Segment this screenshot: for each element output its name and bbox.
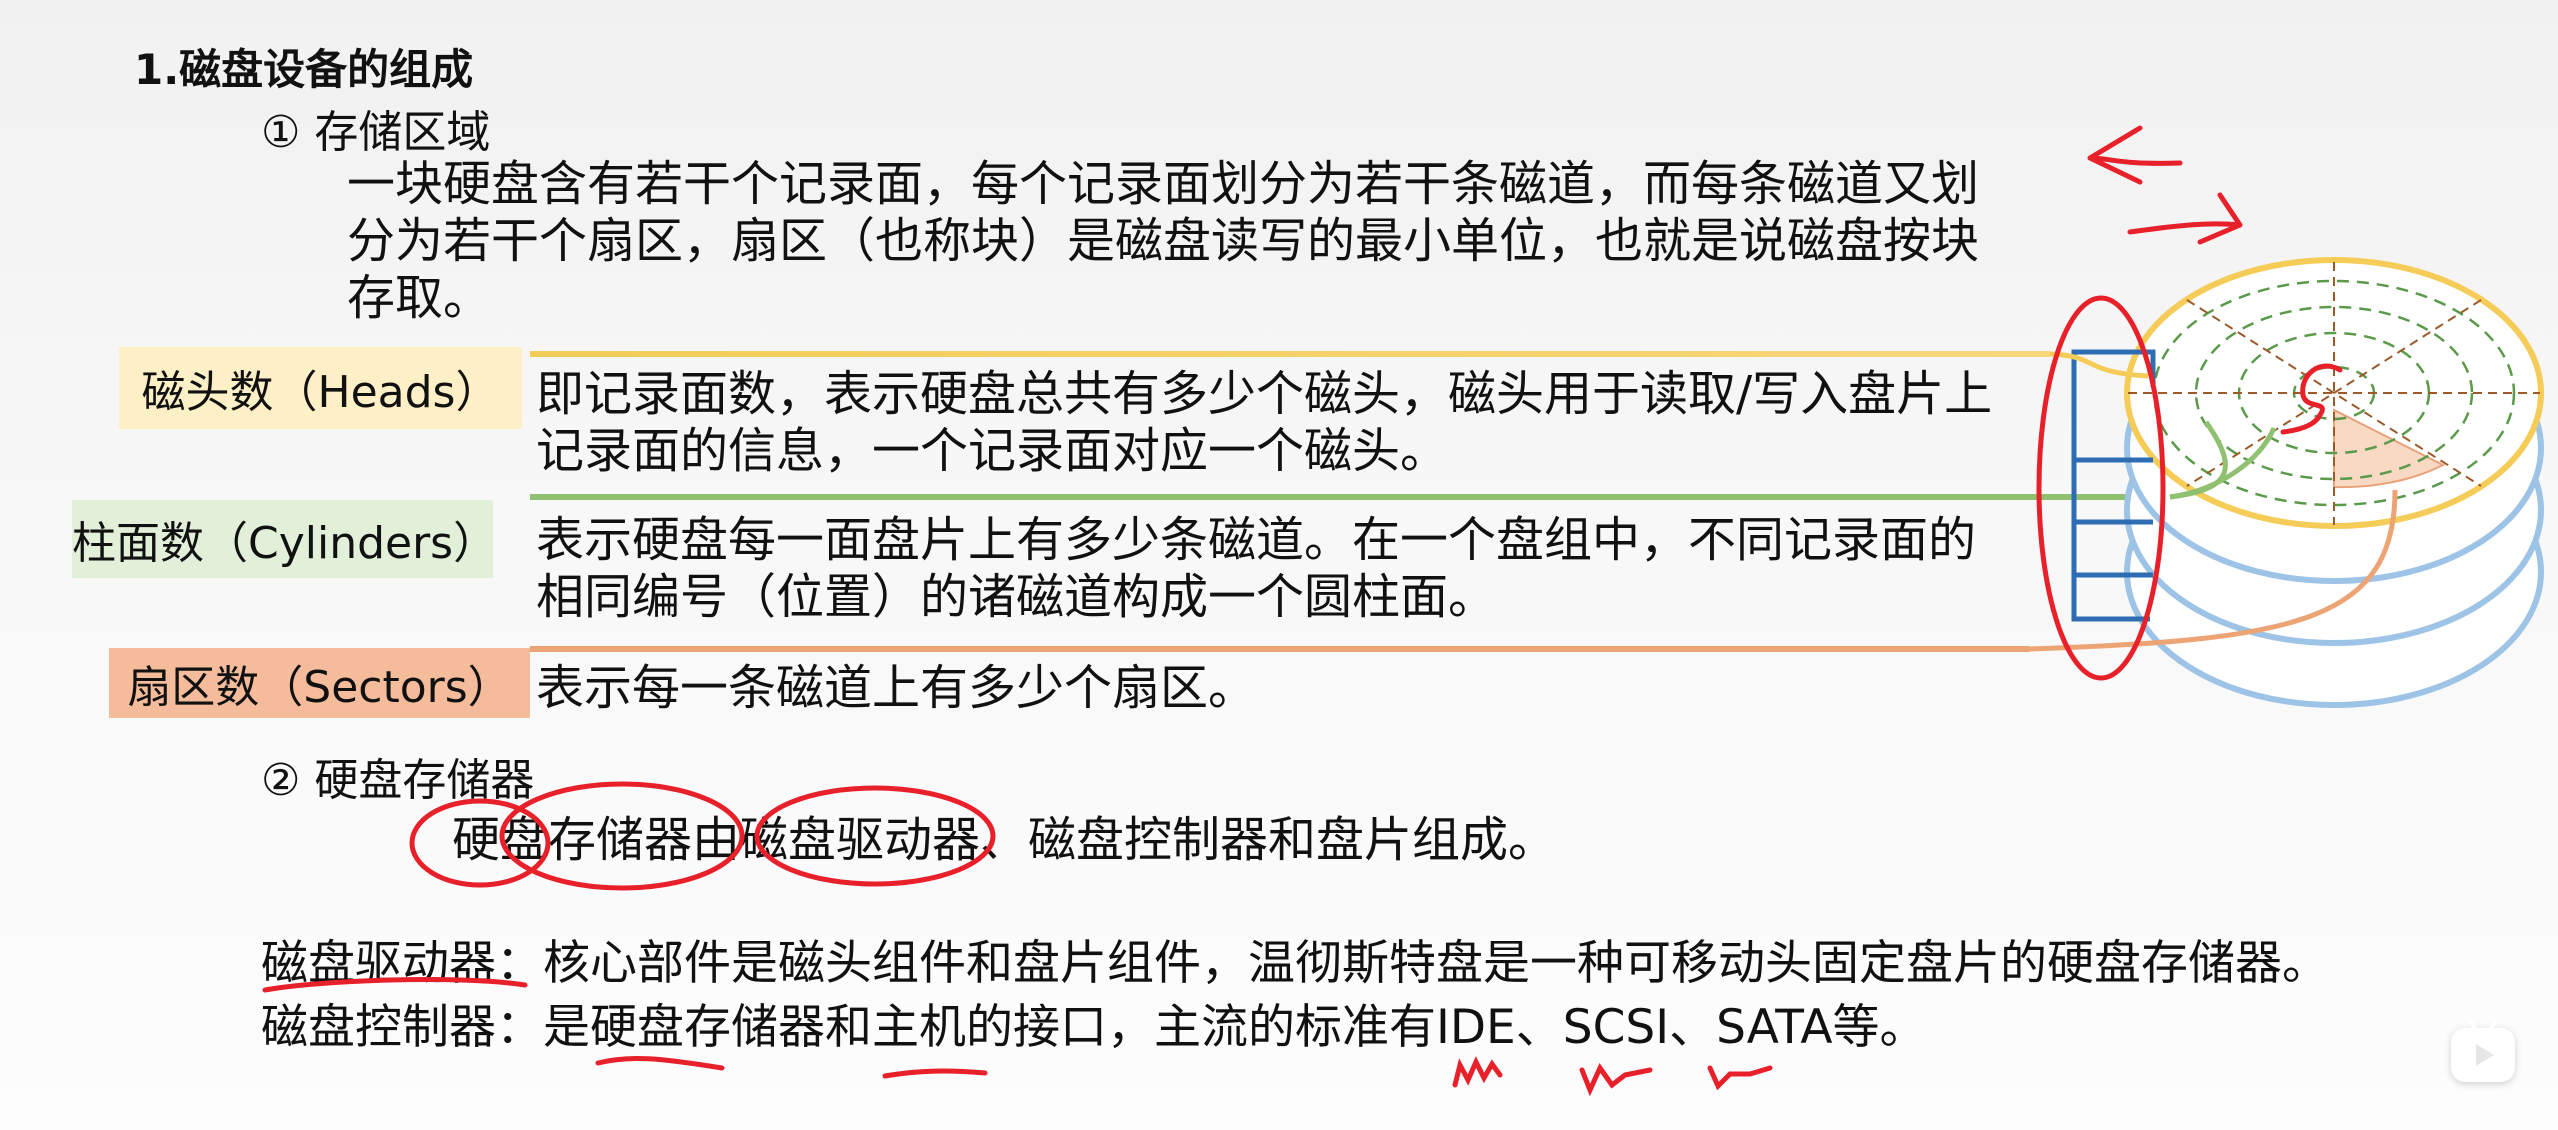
annotation-circle-drive xyxy=(499,781,745,891)
disk-diagram xyxy=(262,125,2544,1097)
annotation-underline-drive xyxy=(262,977,528,993)
annotation-underline-host xyxy=(882,1068,988,1079)
annotation-arrow-left xyxy=(2087,125,2183,185)
annotation-underline-hdd xyxy=(595,1055,725,1071)
annotation-circle-controller xyxy=(754,785,996,887)
annotation-squiggle-ide xyxy=(1452,1056,1503,1088)
annotations xyxy=(262,125,2343,1097)
annotation-squiggle-sata xyxy=(1707,1065,1773,1091)
annotation-arrow-right xyxy=(2127,192,2243,245)
annotation-squiggle-scsi xyxy=(1579,1062,1653,1097)
annotation-circle-hdd xyxy=(409,798,551,888)
tv-play-icon[interactable] xyxy=(2451,1028,2515,1082)
